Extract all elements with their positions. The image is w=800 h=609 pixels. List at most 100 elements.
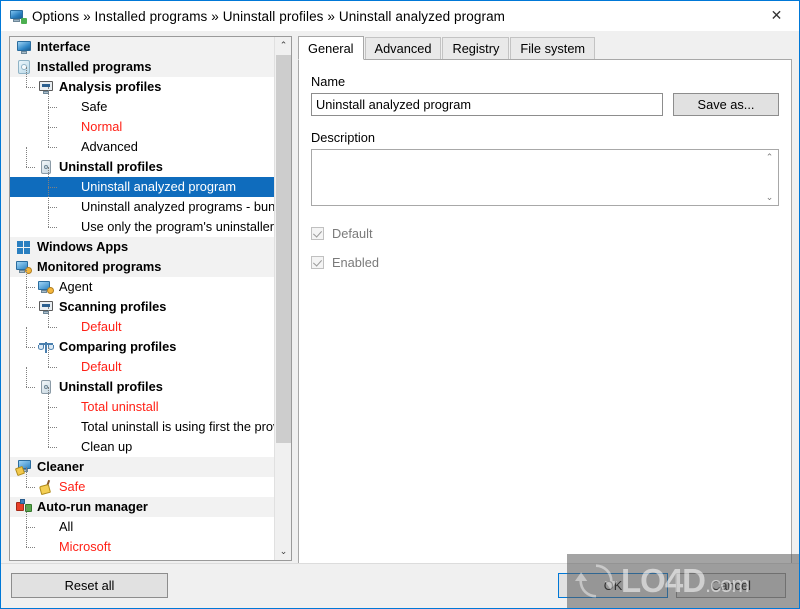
no-icon xyxy=(60,139,76,155)
agent-icon xyxy=(16,259,32,275)
tree-item[interactable]: Analysis profiles xyxy=(10,67,275,97)
tree-item[interactable]: Advanced xyxy=(10,127,275,157)
no-icon xyxy=(60,399,76,415)
tree-item[interactable]: Comparing profiles xyxy=(10,327,275,357)
tree-item-label: Microsoft xyxy=(59,538,111,554)
tree-item[interactable]: All xyxy=(10,507,275,537)
tree-item[interactable]: Monitored programs xyxy=(10,257,275,277)
tab-general[interactable]: General xyxy=(298,36,364,60)
tree-item[interactable]: Default xyxy=(10,347,275,377)
description-textarea[interactable]: ⌃ ⌄ xyxy=(311,149,779,206)
ok-button[interactable]: OK xyxy=(558,573,668,598)
enabled-checkbox-label: Enabled xyxy=(332,255,379,270)
agent-icon xyxy=(38,279,54,295)
hdd-icon xyxy=(38,379,54,395)
no-icon xyxy=(60,359,76,375)
tree-item[interactable]: Uninstall profiles xyxy=(10,367,275,397)
tree-item-label: Safe xyxy=(81,98,108,114)
tab-advanced[interactable]: Advanced xyxy=(364,37,442,59)
tree-item[interactable]: Default xyxy=(10,307,275,337)
tree-item-label: Uninstall analyzed programs - bun... xyxy=(81,198,275,214)
tree-item[interactable]: Total uninstall is using first the prov.… xyxy=(10,407,275,437)
tree-item[interactable]: Scanning profiles xyxy=(10,287,275,317)
grid-icon xyxy=(16,239,32,255)
no-icon xyxy=(60,319,76,335)
tree-item-label: All xyxy=(59,518,74,534)
tree-item-label: Comparing profiles xyxy=(59,338,177,354)
scroll-down-icon[interactable]: ⌄ xyxy=(275,543,291,560)
window-body: Interface Installed programs Analysis prof… xyxy=(1,31,799,608)
tree-item[interactable]: Use only the program's uninstaller xyxy=(10,207,275,237)
no-icon xyxy=(60,439,76,455)
cancel-button[interactable]: Cancel xyxy=(676,573,786,598)
tree-item-label: Default xyxy=(81,358,122,374)
tree-item[interactable]: Total uninstall xyxy=(10,387,275,417)
no-icon xyxy=(60,179,76,195)
enabled-checkbox-row[interactable]: Enabled xyxy=(311,255,779,270)
tree-item[interactable]: Clean up xyxy=(10,427,275,457)
tree-item-label: Uninstall profiles xyxy=(59,158,163,174)
description-scrollbar[interactable]: ⌃ ⌄ xyxy=(761,150,778,205)
tab-registry[interactable]: Registry xyxy=(442,37,510,59)
cleaner-icon xyxy=(14,459,32,477)
tree-item-label: Advanced xyxy=(81,138,138,154)
details-panel: General Advanced Registry File system Name … xyxy=(298,36,792,591)
tree-item-label: Clean up xyxy=(81,438,133,454)
default-checkbox xyxy=(311,227,324,240)
app-monitor-icon xyxy=(9,8,27,24)
scroll-up-icon[interactable]: ⌃ xyxy=(275,37,291,54)
no-icon xyxy=(60,99,76,115)
tree-item-label: Analysis profiles xyxy=(59,78,162,94)
reset-all-button[interactable]: Reset all xyxy=(11,573,168,598)
desc-scroll-down-icon[interactable]: ⌄ xyxy=(766,192,774,203)
tree-item-label: Default xyxy=(81,318,122,334)
default-checkbox-label: Default xyxy=(332,226,373,241)
disc-icon xyxy=(16,59,32,75)
footer-bar: Reset all OK Cancel LO4D.com xyxy=(1,554,799,608)
no-icon xyxy=(38,519,54,535)
tree-item[interactable]: Cleaner xyxy=(10,457,275,477)
scrollbar-thumb[interactable] xyxy=(276,55,291,443)
tree-item-label: Auto-run manager xyxy=(37,498,148,514)
no-icon xyxy=(60,119,76,135)
tree-item[interactable]: Agent xyxy=(10,267,275,297)
options-tree[interactable]: Interface Installed programs Analysis prof… xyxy=(10,37,275,560)
tree-item[interactable]: Uninstall analyzed programs - bun... xyxy=(10,187,275,217)
name-label: Name xyxy=(311,74,346,89)
tree-item[interactable]: Installed programs xyxy=(10,57,275,77)
no-icon xyxy=(60,199,76,215)
screen-icon xyxy=(38,79,54,95)
tree-item[interactable]: Safe xyxy=(10,87,275,117)
options-tree-panel: Interface Installed programs Analysis prof… xyxy=(9,36,292,561)
tree-item-label: Total uninstall xyxy=(81,398,159,414)
tree-item[interactable]: Normal xyxy=(10,107,275,137)
tree-item[interactable]: Windows Apps xyxy=(10,237,275,257)
tree-item[interactable]: Uninstall profiles xyxy=(10,147,275,177)
description-label: Description xyxy=(311,130,376,145)
tree-item-label: Installed programs xyxy=(37,58,152,74)
tree-item[interactable]: Microsoft xyxy=(10,527,275,557)
tree-item-label: Total uninstall is using first the prov.… xyxy=(81,418,275,434)
default-checkbox-row[interactable]: Default xyxy=(311,226,779,241)
tree-scrollbar[interactable]: ⌃ ⌄ xyxy=(274,37,291,560)
tree-item[interactable]: Interface xyxy=(10,37,275,57)
tree-item[interactable]: Auto-run manager xyxy=(10,497,275,517)
title-bar: Options » Installed programs » Uninstall… xyxy=(1,1,799,31)
tree-item-label: Agent xyxy=(59,278,93,294)
tree-item[interactable]: Uninstall analyzed program xyxy=(10,167,275,197)
tab-file-system[interactable]: File system xyxy=(510,37,596,59)
tab-bar[interactable]: General Advanced Registry File system xyxy=(298,36,792,60)
tree-item[interactable]: Safe xyxy=(10,467,275,497)
name-input[interactable] xyxy=(311,93,663,116)
enabled-checkbox xyxy=(311,256,324,269)
save-as-button[interactable]: Save as... xyxy=(673,93,779,116)
close-icon[interactable]: ✕ xyxy=(754,1,799,30)
tree-item-label: Cleaner xyxy=(37,458,84,474)
broom-icon xyxy=(38,479,54,496)
tree-item-label: Use only the program's uninstaller xyxy=(81,218,275,234)
desc-scroll-up-icon[interactable]: ⌃ xyxy=(766,152,774,163)
general-tab-panel: Name Save as... Description ⌃ ⌄ Default xyxy=(298,60,792,591)
tree-item-label: Uninstall analyzed program xyxy=(81,178,237,194)
hdd-icon xyxy=(38,159,54,175)
autorun-icon xyxy=(16,499,32,515)
